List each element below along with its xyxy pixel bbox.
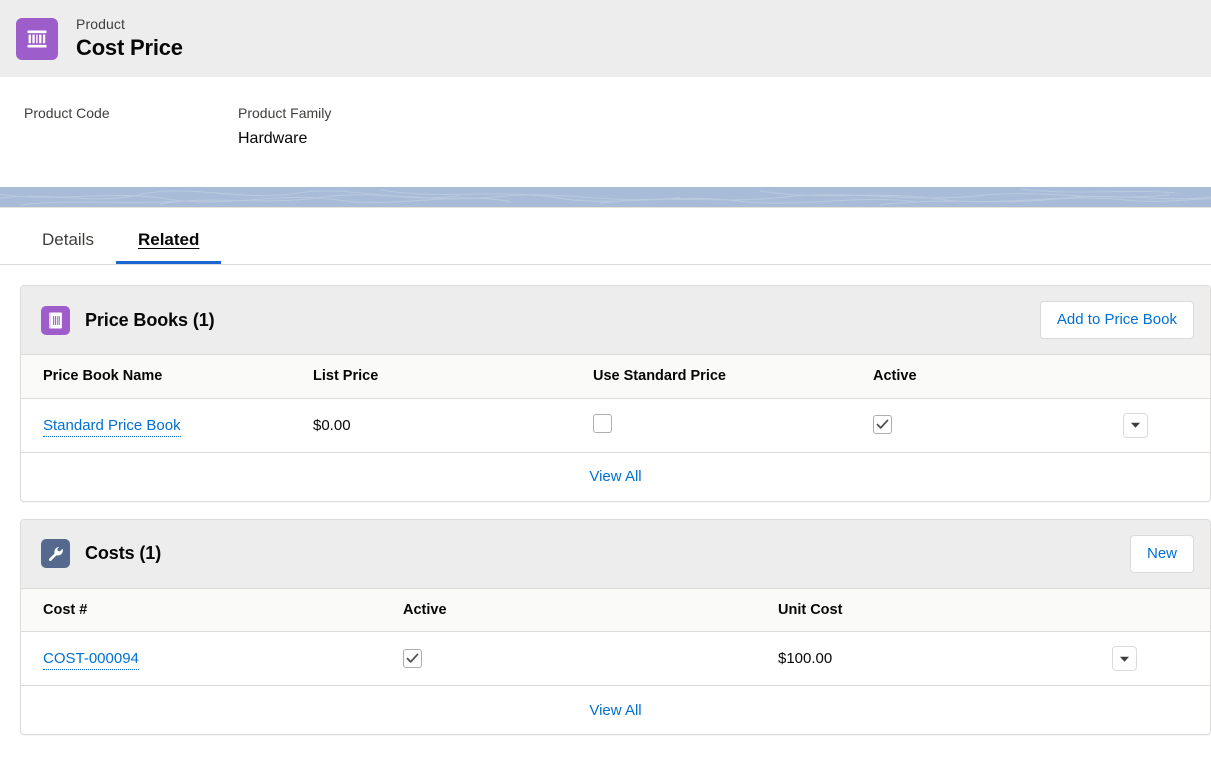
column-header-price-book-name: Price Book Name (21, 355, 313, 399)
field-product-code: Product Code (24, 105, 238, 187)
tab-details[interactable]: Details (24, 230, 116, 264)
table-header-row: Cost # Active Unit Cost (21, 588, 1210, 632)
related-list-header: Costs (1) New (21, 519, 1210, 589)
column-header-use-standard-price: Use Standard Price (593, 355, 873, 399)
price-books-table: Price Book Name List Price Use Standard … (21, 355, 1210, 453)
record-header: Product Cost Price (0, 0, 1211, 77)
related-lists-container: Price Books (1) Add to Price Book Price … (0, 265, 1211, 735)
tab-bar: Details Related (0, 208, 1211, 265)
column-header-actions (1112, 588, 1210, 632)
cell-row-actions (1123, 398, 1210, 453)
related-list-price-books: Price Books (1) Add to Price Book Price … (20, 285, 1211, 502)
chevron-down-icon[interactable] (1112, 646, 1137, 671)
field-label: Product Family (238, 105, 332, 121)
price-book-icon (41, 305, 70, 335)
record-header-text: Product Cost Price (76, 16, 183, 60)
chevron-down-icon[interactable] (1123, 412, 1148, 438)
related-list-header: Price Books (1) Add to Price Book (21, 286, 1210, 355)
cell-row-actions (1112, 631, 1210, 686)
related-list-costs: Costs (1) New Cost # Active Unit Cost CO… (20, 518, 1211, 735)
object-type-label: Product (76, 16, 125, 33)
related-list-title: Price Books (1) (85, 309, 215, 330)
decorative-wave-band (0, 187, 1211, 208)
field-product-family: Product Family Hardware (238, 105, 452, 187)
price-book-link[interactable]: Standard Price Book (43, 416, 181, 437)
view-all-row-price-books: View All (21, 452, 1210, 501)
cell-use-standard-price (593, 398, 873, 453)
cell-active (403, 631, 778, 686)
view-all-link[interactable]: View All (589, 468, 641, 485)
cell-list-price: $0.00 (313, 398, 593, 453)
add-to-price-book-button[interactable]: Add to Price Book (1039, 301, 1194, 339)
product-icon (16, 17, 58, 60)
cell-price-book-name: Standard Price Book (21, 398, 313, 453)
column-header-list-price: List Price (313, 355, 593, 399)
highlights-panel: Product Code Product Family Hardware (0, 77, 1211, 187)
view-all-row-costs: View All (21, 686, 1210, 734)
new-cost-button[interactable]: New (1129, 534, 1194, 573)
column-header-cost-number: Cost # (21, 588, 403, 632)
wrench-icon (41, 539, 70, 568)
table-header-row: Price Book Name List Price Use Standard … (21, 355, 1210, 399)
costs-table: Cost # Active Unit Cost COST-000094 $100… (21, 588, 1210, 686)
column-header-actions (1123, 355, 1210, 399)
cell-active (873, 398, 1123, 453)
page-title: Cost Price (76, 35, 183, 61)
related-list-title: Costs (1) (85, 543, 162, 563)
active-checkbox-checked[interactable] (873, 415, 892, 434)
cell-unit-cost: $100.00 (778, 631, 1112, 686)
field-label: Product Code (24, 105, 110, 121)
record-page: Product Cost Price Product Code Product … (0, 0, 1211, 771)
use-standard-price-checkbox-unchecked[interactable] (593, 413, 612, 433)
column-header-active: Active (873, 355, 1123, 399)
tab-related[interactable]: Related (115, 230, 222, 264)
view-all-link[interactable]: View All (589, 702, 641, 719)
field-value: Hardware (238, 130, 308, 147)
table-row: COST-000094 $100.00 (21, 631, 1210, 686)
active-checkbox-checked[interactable] (403, 648, 422, 668)
cost-link[interactable]: COST-000094 (43, 650, 139, 670)
column-header-active: Active (403, 588, 778, 632)
table-row: Standard Price Book $0.00 (21, 398, 1210, 453)
column-header-unit-cost: Unit Cost (778, 588, 1112, 632)
cell-cost-number: COST-000094 (21, 631, 403, 686)
